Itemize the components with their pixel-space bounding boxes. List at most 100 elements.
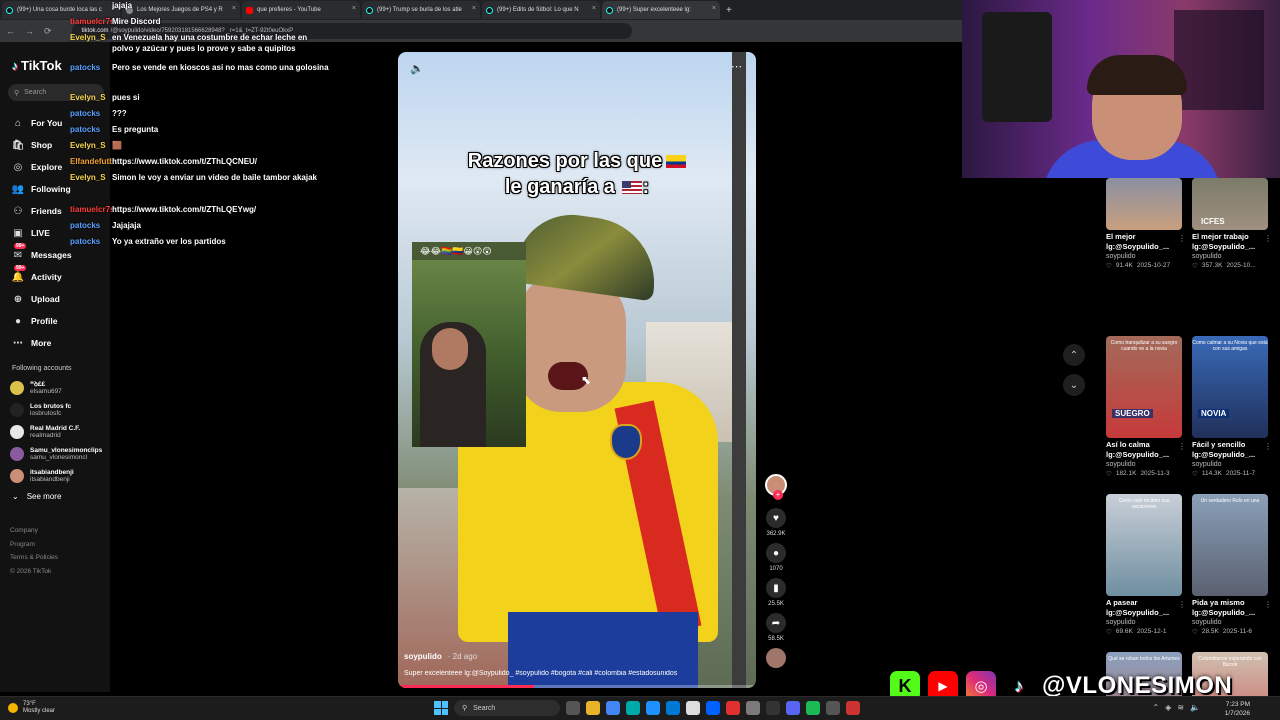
weather-widget[interactable]: 73°F Mostly clear: [8, 701, 55, 715]
comment-button[interactable]: ● 1070: [762, 543, 790, 572]
obs-icon[interactable]: [826, 701, 840, 715]
video-thumbnail[interactable]: Como salir reciben sus vacaciones: [1106, 494, 1182, 596]
footer-link[interactable]: Company: [10, 524, 58, 538]
chat-text: Mire Discord: [112, 17, 161, 26]
close-tab-icon[interactable]: ×: [592, 5, 596, 12]
recommended-video-card[interactable]: ICFES El mejor trabajo lg:@Soypulido_... s…: [1192, 178, 1272, 270]
chat-username: patocks: [70, 125, 101, 134]
video-crest: [610, 424, 642, 460]
video-thumbnail[interactable]: Como tranquilizar a su suegro cuando ve …: [1106, 336, 1182, 438]
recommended-video-card[interactable]: Como calmar a su Novia que está con sus …: [1192, 336, 1272, 478]
author-avatar[interactable]: +: [765, 474, 787, 500]
views-icon: ♡: [1106, 629, 1112, 636]
chrome-icon[interactable]: [606, 701, 620, 715]
store-icon[interactable]: [646, 701, 660, 715]
card-menu-icon[interactable]: ⋮: [1264, 442, 1272, 451]
tiktok-logo[interactable]: ♪ TikTok: [12, 58, 62, 73]
sidebar-item-for-you[interactable]: ⌂ For You: [12, 112, 72, 134]
video-thumbnail[interactable]: Un verdadero Rolo en una: [1192, 494, 1268, 596]
notepad-icon[interactable]: [686, 701, 700, 715]
account-name: Real Madrid C.F.: [30, 424, 81, 432]
video-progress-bar[interactable]: [398, 685, 756, 688]
recommended-video-card[interactable]: Como tranquilizar a su suegro cuando ve …: [1106, 336, 1186, 478]
close-tab-icon[interactable]: ×: [472, 5, 476, 12]
volume-tray-icon[interactable]: 🔈: [1190, 703, 1200, 712]
video-player[interactable]: 😂😂🏳️‍🌈🇨🇴😀😲😲 Razones por las que le ganar…: [398, 52, 756, 688]
card-menu-icon[interactable]: ⋮: [1264, 600, 1272, 609]
app-icon[interactable]: [726, 701, 740, 715]
back-icon[interactable]: ←: [6, 26, 15, 36]
webcam-shelf: [982, 12, 1052, 122]
live-icon: ▣: [13, 227, 23, 239]
card-menu-icon[interactable]: ⋮: [1178, 442, 1186, 451]
chat-message: Evelyn_S en Venezuela hay una costumbre d…: [70, 32, 330, 54]
video-pip-inset: 😂😂🏳️‍🌈🇨🇴😀😲😲: [412, 242, 526, 447]
windows-start-icon[interactable]: [434, 701, 448, 715]
chat-username: patocks: [70, 237, 101, 246]
taskbar-search[interactable]: ⚲ Search: [454, 700, 560, 716]
footer-link[interactable]: Terms & Policies: [10, 551, 58, 565]
sidebar-item-messages[interactable]: ✉ Messages 99+: [12, 243, 72, 266]
video-thumbnail[interactable]: ICFES: [1192, 178, 1268, 230]
share-button[interactable]: ➦ 58.5K: [762, 613, 790, 642]
sidebar-item-friends[interactable]: ⚇ Friends: [12, 200, 72, 222]
card-menu-icon[interactable]: ⋮: [1264, 234, 1272, 243]
thumbnail-text: Un verdadero Rolo en una: [1200, 498, 1260, 504]
video-thumbnail[interactable]: [1106, 178, 1182, 230]
bookmark-button[interactable]: ▮ 25.5K: [762, 578, 790, 607]
windows-taskbar: 73°F Mostly clear ⚲ Search ⌃ ◈ ≋ 🔈 7:23 …: [0, 696, 1280, 720]
video-author[interactable]: soypulido · 2d ago: [404, 652, 477, 661]
follow-plus-icon[interactable]: +: [773, 490, 783, 500]
chat-text: ???: [112, 109, 127, 118]
close-tab-icon[interactable]: ×: [712, 5, 716, 12]
sidebar-item-shop[interactable]: 🛍 Shop: [12, 134, 72, 156]
like-button[interactable]: ♥ 362.9K: [762, 508, 790, 537]
following-account[interactable]: Los brutos fc losbrutosfc: [10, 399, 102, 421]
recommended-video-card[interactable]: El mejor lg:@Soypulido_... soypulido ♡ 91.4…: [1106, 178, 1186, 270]
app4-icon[interactable]: [846, 701, 860, 715]
forward-icon[interactable]: →: [25, 26, 34, 36]
more-options-icon[interactable]: ⋯: [731, 60, 742, 73]
app2-icon[interactable]: [746, 701, 760, 715]
recommended-video-card[interactable]: Como salir reciben sus vacaciones A pasea…: [1106, 494, 1186, 636]
footer-link[interactable]: Program: [10, 538, 58, 552]
chevron-down-icon[interactable]: ⌄: [1063, 374, 1085, 396]
card-menu-icon[interactable]: ⋮: [1178, 600, 1186, 609]
recommended-video-card[interactable]: Un verdadero Rolo en una Pida ya mismo lg…: [1192, 494, 1272, 636]
sidebar-item-profile[interactable]: ● Profile: [12, 310, 72, 332]
edge-icon[interactable]: [626, 701, 640, 715]
wifi-icon[interactable]: ≋: [1177, 703, 1184, 712]
reload-icon[interactable]: ⟳: [44, 26, 52, 37]
discord-icon[interactable]: [786, 701, 800, 715]
file-explorer-icon[interactable]: [586, 701, 600, 715]
tray-chevron-icon[interactable]: ⌃: [1152, 703, 1159, 712]
browser-tab[interactable]: (99+) Edits de fútbol: Lo que N ×: [482, 1, 600, 19]
task-view-icon[interactable]: [566, 701, 580, 715]
network-icon[interactable]: ◈: [1165, 703, 1171, 712]
dropbox-icon[interactable]: [706, 701, 720, 715]
sidebar-item-live[interactable]: ▣ LIVE: [12, 222, 72, 244]
volume-icon[interactable]: 🔈: [410, 62, 424, 75]
following-account[interactable]: Real Madrid C.F. realmadrid: [10, 421, 102, 443]
sidebar-item-upload[interactable]: ⊕ Upload: [12, 288, 72, 310]
close-tab-icon[interactable]: ×: [352, 5, 356, 12]
browser-tab[interactable]: (99+) Trump se burla de los atle ×: [362, 1, 480, 19]
sidebar-item-more[interactable]: ⋯ More: [12, 332, 72, 354]
following-account[interactable]: ꟸꝺ££ elsamu697: [10, 377, 102, 399]
music-disc-icon[interactable]: [766, 648, 786, 668]
spotify-icon[interactable]: [806, 701, 820, 715]
browser-tab[interactable]: (99+) Super excelenteee lg: ×: [602, 1, 720, 19]
video-thumbnail[interactable]: Como calmar a su Novia que está con sus …: [1192, 336, 1268, 438]
new-tab-icon[interactable]: +: [726, 5, 732, 16]
mail-icon[interactable]: [666, 701, 680, 715]
taskbar-clock[interactable]: 7:23 PM 1/7/2026: [1225, 700, 1250, 718]
card-menu-icon[interactable]: ⋮: [1178, 234, 1186, 243]
following-account[interactable]: Samu_vlonesimonclips samu_vlonesimoncl: [10, 443, 102, 465]
following-account[interactable]: itsabiandbenji itsabiandbenji: [10, 465, 102, 487]
chevron-up-icon[interactable]: ⌃: [1063, 344, 1085, 366]
sidebar-item-explore[interactable]: ◎ Explore: [12, 156, 72, 178]
sidebar-item-following[interactable]: 👥 Following: [12, 178, 72, 200]
see-more-button[interactable]: ⌄ See more: [12, 492, 61, 501]
app3-icon[interactable]: [766, 701, 780, 715]
sidebar-item-activity[interactable]: 🔔 Activity 99+: [12, 265, 72, 288]
